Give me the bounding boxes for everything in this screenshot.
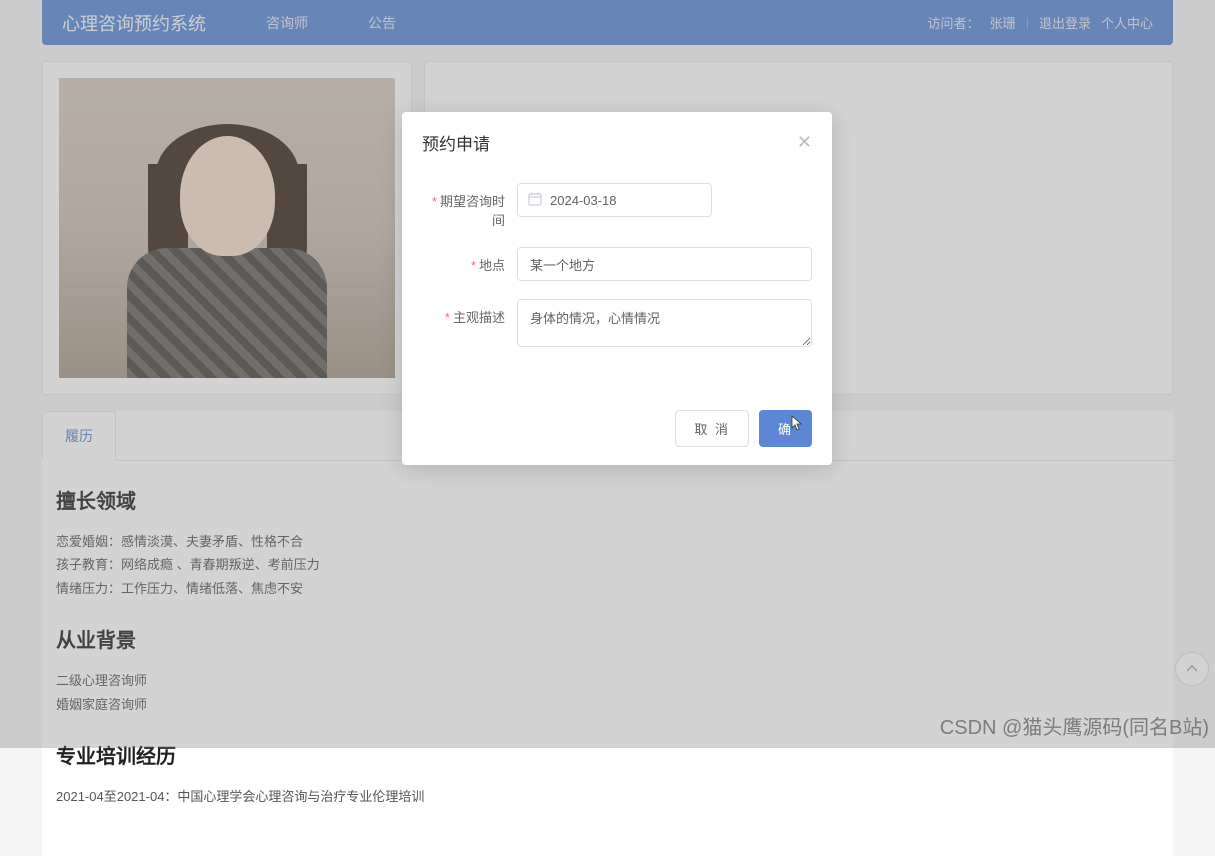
- desc-label: *主观描述: [422, 299, 517, 326]
- date-input[interactable]: 2024-03-18: [517, 183, 712, 217]
- modal-header: 预约申请 ✕: [402, 112, 832, 173]
- modal-title: 预约申请: [422, 130, 490, 155]
- form-row-location: *地点: [422, 247, 812, 281]
- cancel-button[interactable]: 取 消: [675, 410, 749, 447]
- appointment-modal: 预约申请 ✕ *期望咨询时间 2024-03-18 *地点 *主观描述: [402, 112, 832, 465]
- form-row-desc: *主观描述: [422, 299, 812, 350]
- close-icon[interactable]: ✕: [797, 132, 812, 153]
- confirm-button[interactable]: 确: [759, 410, 812, 447]
- location-label: *地点: [422, 247, 517, 274]
- desc-textarea[interactable]: [517, 299, 812, 347]
- form-row-date: *期望咨询时间 2024-03-18: [422, 183, 812, 229]
- date-label: *期望咨询时间: [422, 183, 517, 229]
- cursor-icon: [789, 415, 803, 437]
- calendar-icon: [528, 192, 542, 209]
- modal-footer: 取 消 确: [402, 398, 832, 465]
- location-input[interactable]: [517, 247, 812, 281]
- section-training-body: 2021-04至2021-04：中国心理学会心理咨询与治疗专业伦理培训: [56, 785, 1159, 808]
- modal-body: *期望咨询时间 2024-03-18 *地点 *主观描述: [402, 173, 832, 398]
- date-value: 2024-03-18: [550, 193, 617, 208]
